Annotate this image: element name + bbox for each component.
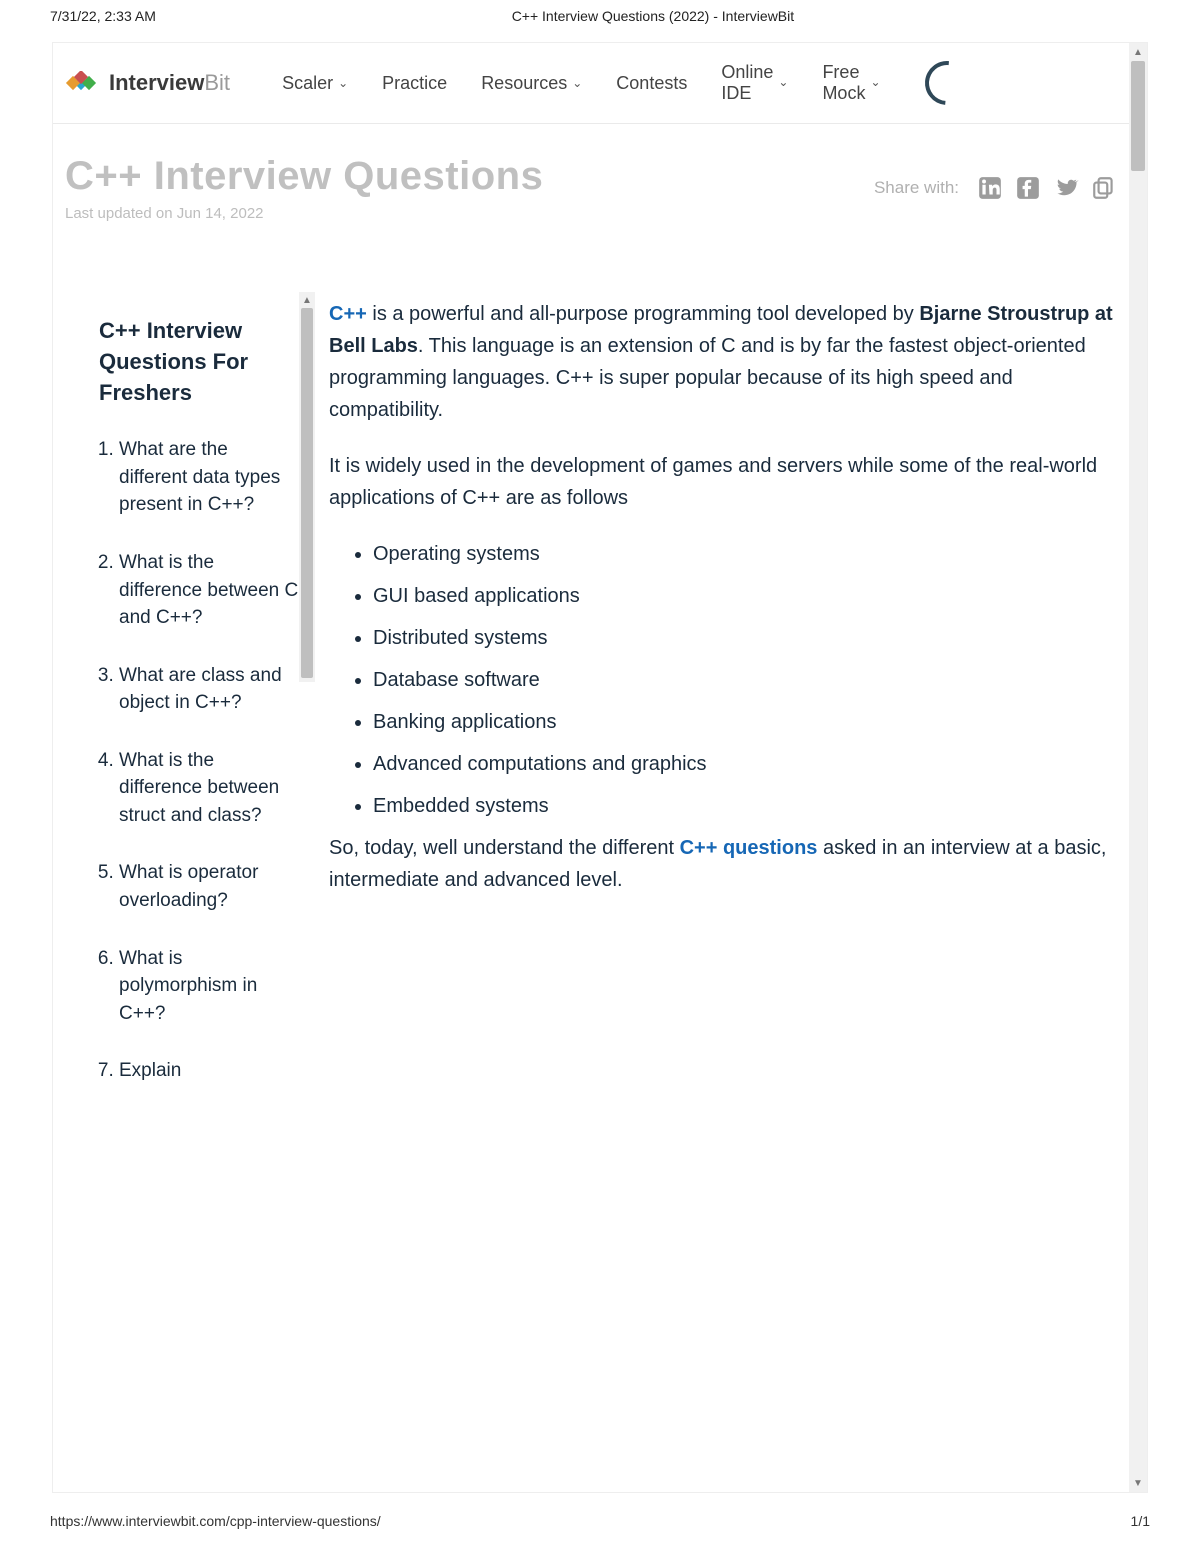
applications-list: Operating systems GUI based applications… [329, 538, 1129, 822]
print-doc-title: C++ Interview Questions (2022) - Intervi… [512, 8, 794, 24]
question-link[interactable]: What are class and object in C++? [119, 662, 301, 717]
sidebar: ▲ C++ Interview Questions For Freshers W… [53, 292, 313, 1125]
scroll-thumb[interactable] [301, 308, 313, 678]
intro-paragraph-3: So, today, well understand the different… [329, 832, 1129, 896]
question-link[interactable]: What is the difference between C and C++… [119, 549, 301, 632]
search-icon[interactable] [916, 52, 978, 114]
main-scrollbar[interactable]: ▲ ▼ [1129, 43, 1147, 1492]
page-header: C++ Interview Questions Last updated on … [53, 124, 1129, 232]
print-header: 7/31/22, 2:33 AM C++ Interview Questions… [0, 0, 1200, 32]
question-link[interactable]: What are the different data types presen… [119, 436, 301, 519]
nav-free-mock[interactable]: FreeMock⌄ [822, 62, 880, 103]
content-row: ▲ C++ Interview Questions For Freshers W… [53, 292, 1129, 1125]
share-block: Share with: [874, 154, 1117, 222]
nav-resources[interactable]: Resources⌄ [481, 73, 582, 94]
facebook-icon[interactable] [1015, 175, 1041, 201]
list-item: Advanced computations and graphics [373, 748, 1129, 780]
chevron-down-icon: ⌄ [572, 76, 582, 90]
page-viewport: ▲ ▼ InterviewBit Scaler⌄ Practice Resour… [52, 42, 1148, 1493]
linkedin-icon[interactable] [977, 175, 1003, 201]
last-updated: Last updated on Jun 14, 2022 [65, 205, 543, 222]
cpp-link[interactable]: C++ [329, 303, 367, 325]
sidebar-heading: C++ Interview Questions For Freshers [99, 316, 301, 408]
article-main: C++ is a powerful and all-purpose progra… [313, 292, 1129, 1125]
question-link[interactable]: What is operator overloading? [119, 859, 301, 914]
list-item: GUI based applications [373, 580, 1129, 612]
brand-name: Interview [109, 70, 204, 95]
intro-paragraph-1: C++ is a powerful and all-purpose progra… [329, 298, 1129, 426]
nav-practice[interactable]: Practice [382, 73, 447, 94]
scroll-up-icon[interactable]: ▲ [299, 292, 315, 308]
list-item: Banking applications [373, 706, 1129, 738]
nav-online-ide[interactable]: OnlineIDE⌄ [721, 62, 788, 103]
sidebar-scrollbar[interactable]: ▲ [299, 292, 315, 682]
question-link[interactable]: What is the difference between struct an… [119, 747, 301, 830]
scroll-down-icon[interactable]: ▼ [1129, 1474, 1147, 1492]
top-nav: InterviewBit Scaler⌄ Practice Resources⌄… [53, 43, 1129, 124]
question-link[interactable]: Explain [119, 1057, 301, 1085]
share-label: Share with: [874, 178, 959, 198]
twitter-icon[interactable] [1053, 175, 1079, 201]
print-footer: https://www.interviewbit.com/cpp-intervi… [50, 1513, 1150, 1529]
chevron-down-icon: ⌄ [870, 76, 880, 90]
print-url: https://www.interviewbit.com/cpp-intervi… [50, 1513, 381, 1529]
list-item: Operating systems [373, 538, 1129, 570]
brand-logo[interactable]: InterviewBit [61, 70, 230, 96]
cpp-questions-link[interactable]: C++ questions [680, 837, 818, 859]
intro-paragraph-2: It is widely used in the development of … [329, 450, 1129, 514]
nav-contests[interactable]: Contests [616, 73, 687, 94]
print-datetime: 7/31/22, 2:33 AM [50, 8, 156, 24]
chevron-down-icon: ⌄ [778, 76, 788, 90]
scroll-thumb[interactable] [1131, 61, 1145, 171]
question-link[interactable]: What is polymorphism in C++? [119, 945, 301, 1028]
list-item: Embedded systems [373, 790, 1129, 822]
nav-scaler[interactable]: Scaler⌄ [282, 73, 348, 94]
chevron-down-icon: ⌄ [338, 76, 348, 90]
list-item: Distributed systems [373, 622, 1129, 654]
page-title: C++ Interview Questions [65, 154, 543, 199]
scroll-up-icon[interactable]: ▲ [1129, 43, 1147, 61]
logo-icon [61, 71, 101, 95]
question-list: What are the different data types presen… [99, 436, 301, 1084]
print-page: 1/1 [1131, 1513, 1150, 1529]
list-item: Database software [373, 664, 1129, 696]
brand-suffix: Bit [204, 70, 230, 95]
copy-link-icon[interactable] [1091, 175, 1117, 201]
